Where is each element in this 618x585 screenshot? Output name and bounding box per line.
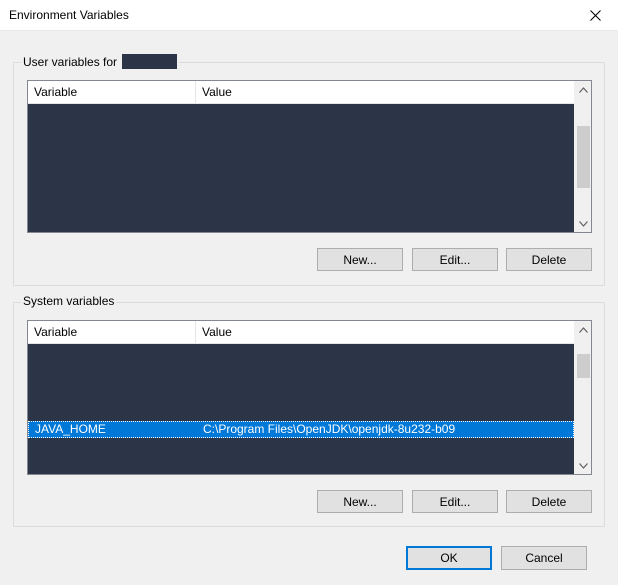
- scroll-down-button[interactable]: [575, 215, 592, 232]
- user-variables-rows-redacted: [28, 104, 574, 232]
- system-variables-legend: System variables: [21, 294, 117, 308]
- system-variables-list[interactable]: Variable Value JAVA_HOME C:\Program File…: [27, 320, 592, 475]
- column-header-variable[interactable]: Variable: [28, 321, 196, 344]
- user-variables-label: User variables for: [23, 54, 118, 69]
- cancel-button[interactable]: Cancel: [501, 546, 587, 570]
- user-new-button[interactable]: New...: [317, 248, 403, 271]
- user-variables-list[interactable]: Variable Value: [27, 80, 592, 233]
- ok-button[interactable]: OK: [406, 546, 492, 570]
- scroll-down-button[interactable]: [575, 457, 592, 474]
- table-row-selected[interactable]: JAVA_HOME C:\Program Files\OpenJDK\openj…: [28, 421, 574, 438]
- system-new-button[interactable]: New...: [317, 490, 403, 513]
- user-variables-legend: User variables for: [21, 54, 180, 69]
- user-delete-button[interactable]: Delete: [506, 248, 592, 271]
- system-variables-label: System variables: [23, 294, 115, 308]
- close-button[interactable]: [572, 0, 618, 31]
- scroll-thumb[interactable]: [577, 126, 590, 188]
- scroll-thumb[interactable]: [577, 354, 590, 378]
- list-header: Variable Value: [28, 81, 574, 104]
- user-edit-button[interactable]: Edit...: [412, 248, 498, 271]
- system-edit-button[interactable]: Edit...: [412, 490, 498, 513]
- chevron-down-icon: [579, 462, 588, 469]
- redacted-username: [122, 54, 178, 69]
- row-value: C:\Program Files\OpenJDK\openjdk-8u232-b…: [203, 422, 456, 436]
- system-delete-button[interactable]: Delete: [506, 490, 592, 513]
- system-variables-rows: JAVA_HOME C:\Program Files\OpenJDK\openj…: [28, 344, 574, 474]
- close-icon: [589, 10, 601, 21]
- column-header-value[interactable]: Value: [196, 81, 574, 104]
- scroll-up-button[interactable]: [575, 321, 592, 338]
- column-header-value[interactable]: Value: [196, 321, 574, 344]
- chevron-up-icon: [579, 86, 588, 93]
- system-list-scrollbar[interactable]: [574, 321, 591, 474]
- row-variable: JAVA_HOME: [35, 422, 106, 436]
- chevron-up-icon: [579, 326, 588, 333]
- list-header: Variable Value: [28, 321, 574, 344]
- system-variables-group: System variables Variable Value JAVA_HOM…: [13, 294, 605, 527]
- user-list-scrollbar[interactable]: [574, 81, 591, 232]
- chevron-down-icon: [579, 220, 588, 227]
- window-title: Environment Variables: [9, 8, 129, 22]
- scroll-up-button[interactable]: [575, 81, 592, 98]
- user-variables-group: User variables for Variable Value New...…: [13, 54, 605, 286]
- column-header-variable[interactable]: Variable: [28, 81, 196, 104]
- title-bar: Environment Variables: [0, 0, 618, 31]
